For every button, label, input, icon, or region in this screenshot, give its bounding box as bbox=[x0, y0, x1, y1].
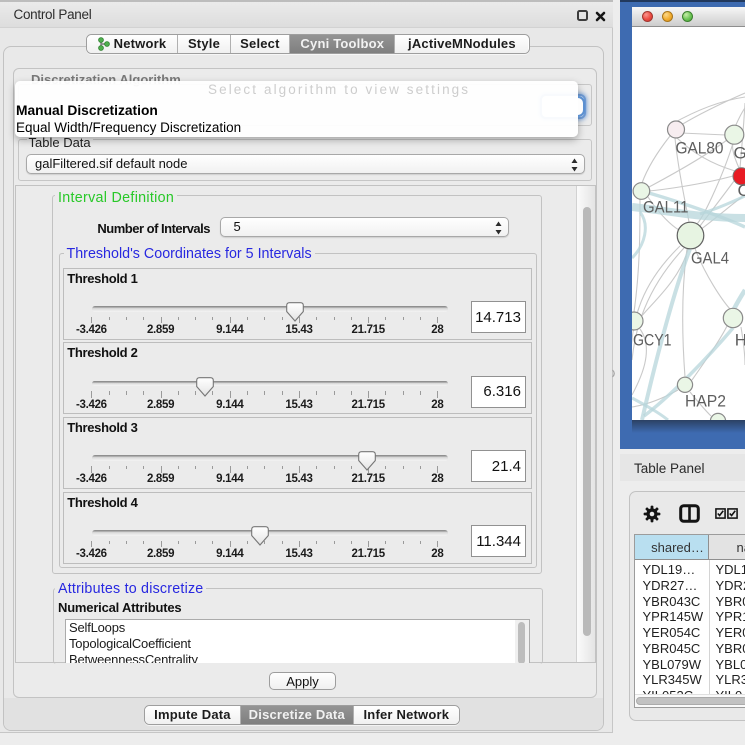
svg-text:GCY1: GCY1 bbox=[633, 331, 672, 350]
svg-text:GAL80: GAL80 bbox=[676, 139, 724, 158]
svg-text:GAL4: GAL4 bbox=[691, 249, 729, 268]
svg-text:C: C bbox=[738, 181, 745, 200]
svg-text:GAL11: GAL11 bbox=[643, 198, 689, 217]
svg-text:H: H bbox=[735, 331, 745, 350]
svg-text:G.: G. bbox=[734, 144, 745, 163]
svg-text:HAP2: HAP2 bbox=[685, 392, 726, 411]
